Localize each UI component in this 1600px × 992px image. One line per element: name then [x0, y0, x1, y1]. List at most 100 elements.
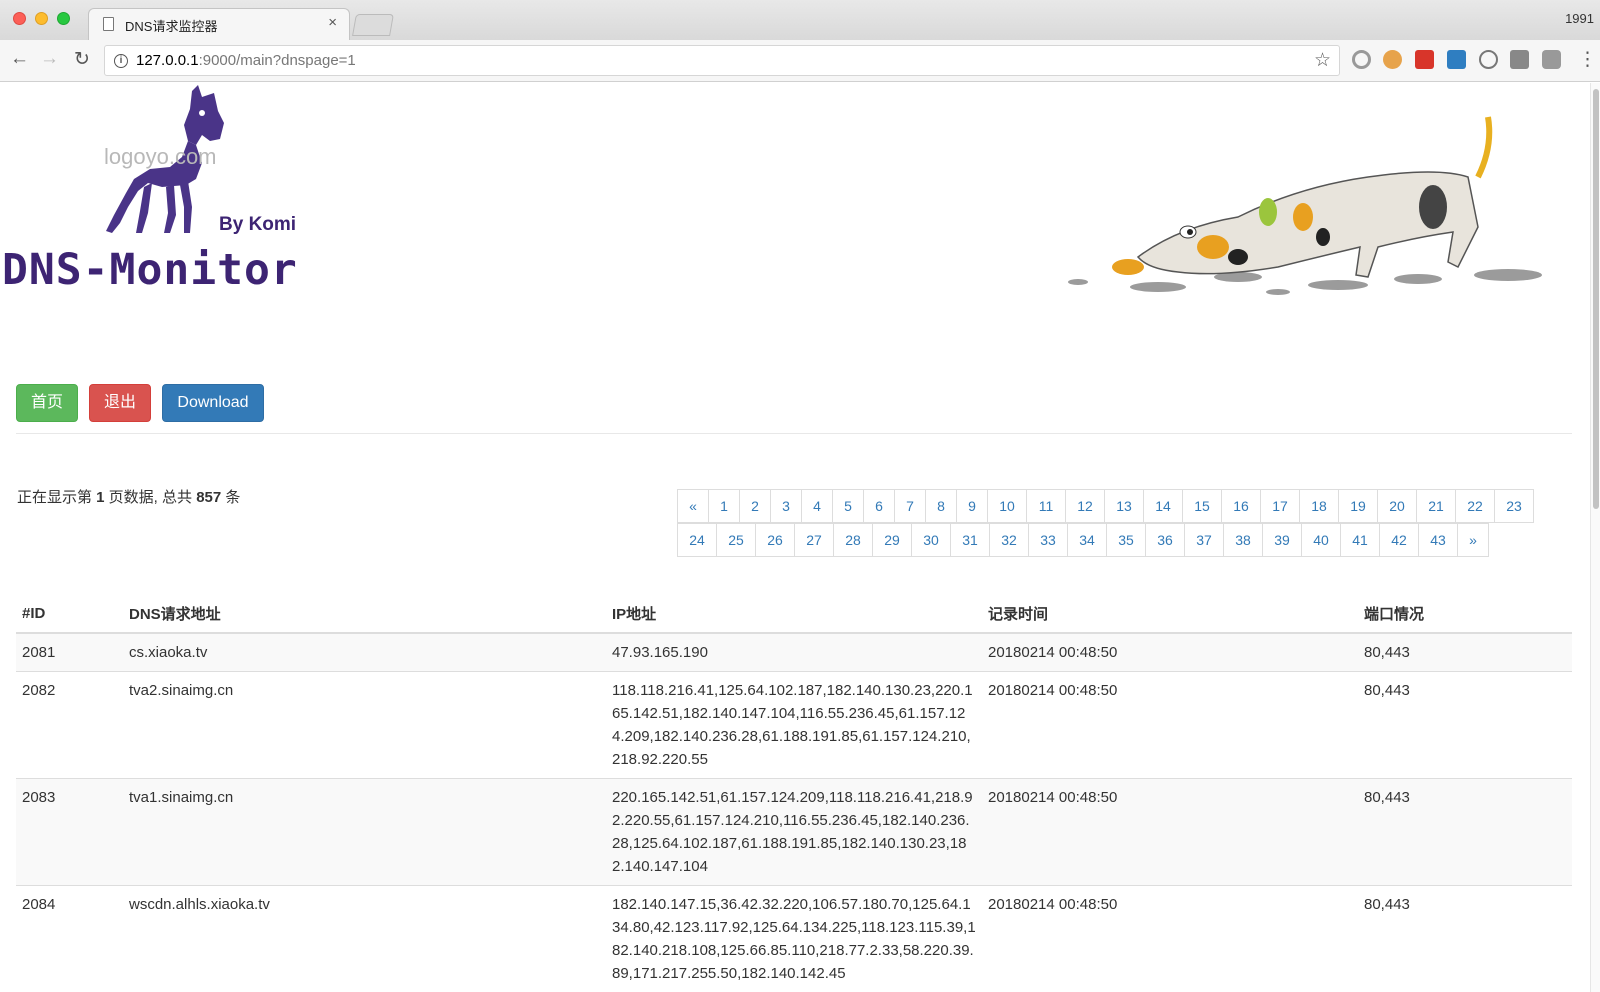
extension-circle-icon[interactable]	[1352, 50, 1371, 69]
pagination-link[interactable]: 9	[956, 489, 988, 523]
extension-fe-icon[interactable]	[1415, 50, 1434, 69]
pagination-link[interactable]: 10	[987, 489, 1027, 523]
pagination-link[interactable]: 26	[755, 523, 795, 557]
pagination-link[interactable]: 16	[1221, 489, 1261, 523]
back-arrow-icon[interactable]: ←	[10, 48, 29, 70]
browser-toolbar: ← → ↻ i 127.0.0.1:9000/main?dnspage=1 ☆ …	[0, 40, 1600, 82]
address-bar[interactable]: i 127.0.0.1:9000/main?dnspage=1 ☆	[104, 45, 1340, 76]
pagination-link[interactable]: 23	[1494, 489, 1534, 523]
pagination-link[interactable]: 20	[1377, 489, 1417, 523]
pagination-link[interactable]: 43	[1418, 523, 1458, 557]
column-header-id: #ID	[16, 595, 123, 634]
pagination-link[interactable]: 28	[833, 523, 873, 557]
pagination-link[interactable]: 11	[1026, 489, 1066, 523]
cell-id: 2083	[16, 778, 123, 886]
pagination-link[interactable]: 25	[716, 523, 756, 557]
divider	[16, 433, 1572, 434]
pagination-link[interactable]: 24	[677, 523, 717, 557]
browser-titlebar: DNS请求监控器 × 1991	[0, 0, 1600, 40]
forward-arrow-icon[interactable]: →	[40, 48, 59, 70]
url-path: :9000/main?dnspage=1	[198, 52, 356, 69]
pagination-link[interactable]: 17	[1260, 489, 1300, 523]
column-header-port: 端口情况	[1358, 595, 1572, 634]
column-header-ip: IP地址	[606, 595, 982, 634]
pagination-link[interactable]: «	[677, 489, 709, 523]
extension-s-icon[interactable]	[1447, 50, 1466, 69]
pagination-link[interactable]: 13	[1104, 489, 1144, 523]
window-maximize-button[interactable]	[57, 12, 70, 25]
home-button[interactable]: 首页	[16, 384, 78, 422]
pagination-link[interactable]: 19	[1338, 489, 1378, 523]
pagination-link[interactable]: 27	[794, 523, 834, 557]
pagination-link[interactable]: 6	[863, 489, 895, 523]
pagination-link[interactable]: 1	[708, 489, 740, 523]
pagination-link[interactable]: 14	[1143, 489, 1183, 523]
bookmark-star-icon[interactable]: ☆	[1314, 49, 1331, 72]
pagination-link[interactable]: 29	[872, 523, 912, 557]
download-button[interactable]: Download	[162, 384, 264, 422]
window-close-button[interactable]	[13, 12, 26, 25]
pagination-link[interactable]: 39	[1262, 523, 1302, 557]
extension-globe-icon[interactable]	[1479, 50, 1498, 69]
pagination-link[interactable]: 41	[1340, 523, 1380, 557]
cell-id: 2084	[16, 885, 123, 992]
info-icon[interactable]: i	[114, 54, 128, 68]
cell-port: 80,443	[1358, 885, 1572, 992]
pagination-link[interactable]: 15	[1182, 489, 1222, 523]
pagination-link[interactable]: 5	[832, 489, 864, 523]
pagination-link[interactable]: 12	[1065, 489, 1105, 523]
pagination-link[interactable]: 3	[770, 489, 802, 523]
table-row: 2084 wscdn.alhls.xiaoka.tv 182.140.147.1…	[16, 885, 1572, 992]
pagination-link[interactable]: 34	[1067, 523, 1107, 557]
scrollbar-thumb[interactable]	[1593, 89, 1599, 509]
pagination-link[interactable]: 18	[1299, 489, 1339, 523]
window-minimize-button[interactable]	[35, 12, 48, 25]
pagination-link[interactable]: 2	[739, 489, 771, 523]
cell-time: 20180214 00:48:50	[982, 778, 1358, 886]
logo-title: DNS-Monitor	[2, 245, 298, 295]
logout-button[interactable]: 退出	[89, 384, 151, 422]
pagination-link[interactable]: 37	[1184, 523, 1224, 557]
pagination-link[interactable]: 36	[1145, 523, 1185, 557]
page-scrollbar[interactable]	[1590, 83, 1600, 992]
pagination-link[interactable]: 30	[911, 523, 951, 557]
table-row: 2082 tva2.sinaimg.cn 118.118.216.41,125.…	[16, 671, 1572, 779]
cell-ip: 47.93.165.190	[606, 632, 982, 672]
pagination-link[interactable]: 8	[925, 489, 957, 523]
pagination-link[interactable]: 33	[1028, 523, 1068, 557]
summary-prefix: 正在显示第	[17, 489, 97, 506]
pagination-row-2: 24 25 26 27 28 29 30 31 32 33 34 35 36 37 38 39 40 41 42 43…	[677, 523, 1548, 557]
pagination-link[interactable]: »	[1457, 523, 1489, 557]
pagination-link[interactable]: 38	[1223, 523, 1263, 557]
new-tab-button[interactable]	[352, 14, 394, 36]
cell-time: 20180214 00:48:50	[982, 671, 1358, 779]
table-row: 2083 tva1.sinaimg.cn 220.165.142.51,61.1…	[16, 778, 1572, 886]
browser-tab[interactable]: DNS请求监控器 ×	[88, 8, 350, 40]
pagination-link[interactable]: 21	[1416, 489, 1456, 523]
pagination-link[interactable]: 32	[989, 523, 1029, 557]
page-content: logoyo.com By Komi DNS-Monitor 首页 退出 Dow…	[0, 83, 1590, 992]
url-text[interactable]: 127.0.0.1:9000/main?dnspage=1	[136, 52, 356, 69]
pagination-row-1: «1 2 3 4 5 6 7 8 9 10 11 12 13 14 15 16 17 18 19 20 21 22 23	[677, 489, 1548, 523]
cell-id: 2082	[16, 671, 123, 779]
site-logo: logoyo.com By Komi DNS-Monitor	[0, 83, 360, 313]
sniffing-dog-illustration-icon	[1068, 116, 1542, 295]
extension-cookie-icon[interactable]	[1383, 50, 1402, 69]
pagination-link[interactable]: 4	[801, 489, 833, 523]
pagination-link[interactable]: 22	[1455, 489, 1495, 523]
tab-close-icon[interactable]: ×	[328, 14, 337, 31]
pagination-link[interactable]: 42	[1379, 523, 1419, 557]
current-page-number: 1	[96, 489, 105, 506]
pagination-link[interactable]: 7	[894, 489, 926, 523]
pagination-link[interactable]: 40	[1301, 523, 1341, 557]
extension-incognito-icon[interactable]	[1542, 50, 1561, 69]
extension-binary-icon[interactable]	[1510, 50, 1529, 69]
profile-label[interactable]: 1991	[1565, 11, 1594, 26]
cell-id: 2081	[16, 632, 123, 672]
cell-port: 80,443	[1358, 632, 1572, 672]
reload-icon[interactable]: ↻	[74, 48, 90, 71]
pagination-link[interactable]: 35	[1106, 523, 1146, 557]
pagination-link[interactable]: 31	[950, 523, 990, 557]
browser-menu-icon[interactable]: ⋮	[1578, 48, 1597, 71]
column-header-time: 记录时间	[982, 595, 1358, 634]
